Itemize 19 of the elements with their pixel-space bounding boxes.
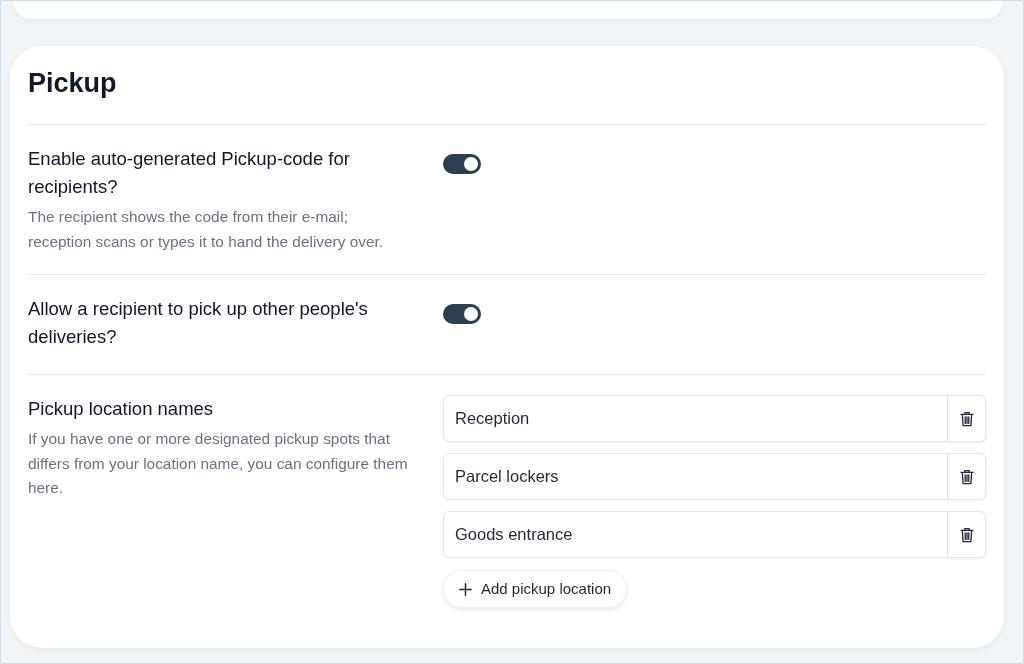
location-name-field[interactable]: Reception — [443, 395, 948, 442]
trash-icon — [959, 410, 974, 427]
location-name-field[interactable]: Goods entrance — [443, 511, 948, 558]
trash-icon — [959, 526, 974, 543]
toggle-switch[interactable] — [443, 304, 481, 324]
delete-button[interactable] — [948, 511, 986, 558]
location-name-field[interactable]: Parcel lockers — [443, 453, 948, 500]
add-location-button[interactable]: Add pickup location — [443, 570, 628, 608]
setting-label: Enable auto-generated Pickup-code for recipients? — [28, 147, 351, 199]
setting-label: Allow a recipient to pick up other people's deliveries? — [28, 297, 369, 349]
section-title: Pickup — [28, 67, 118, 100]
delete-button[interactable] — [948, 453, 986, 500]
delete-button[interactable] — [948, 395, 986, 442]
setting-description: If you have one or more designated pickup spots that differs from your location name, you can configure them here. — [28, 429, 409, 498]
setting-label: Pickup location names — [28, 397, 215, 421]
toggle-switch[interactable] — [443, 154, 481, 174]
setting-description: The recipient shows the code from their e-mail; reception scans or types it to hand the delivery over. — [28, 207, 385, 252]
trash-icon — [959, 468, 974, 485]
plus-icon — [459, 582, 472, 596]
